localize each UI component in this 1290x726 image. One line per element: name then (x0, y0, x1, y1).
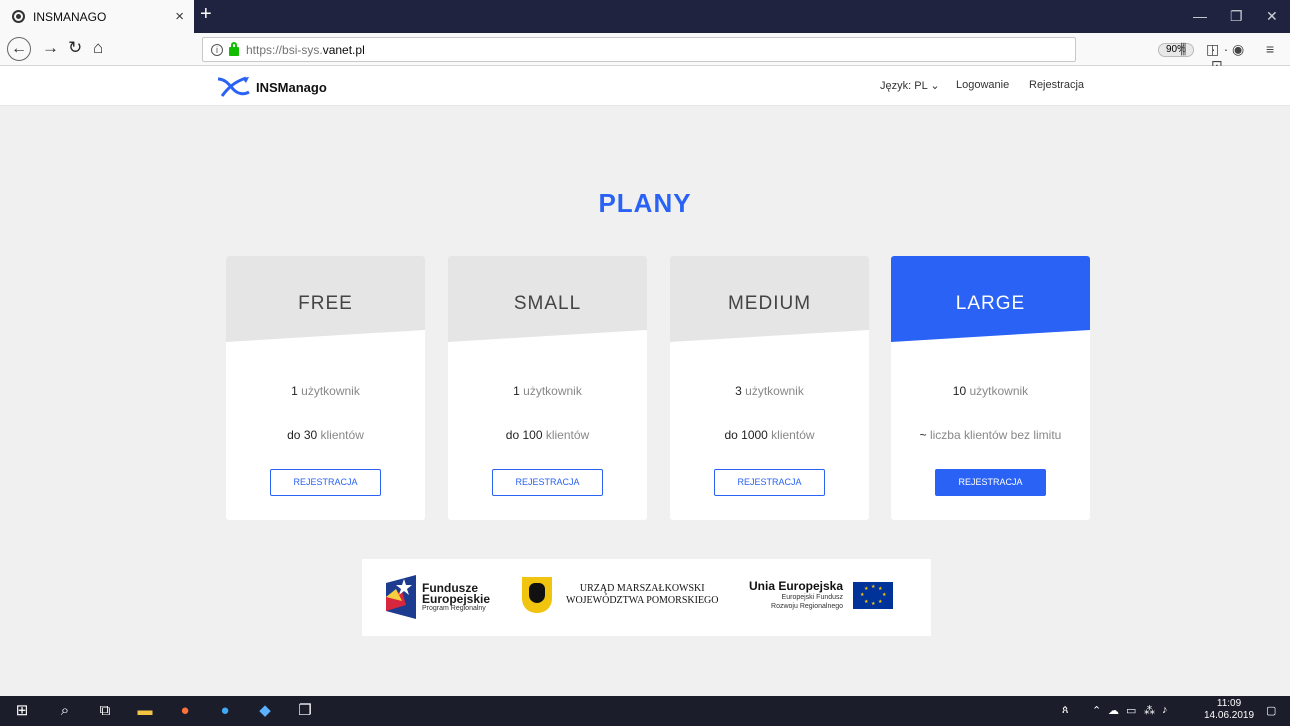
plan-card-medium: MEDIUM 3 użytkownik do 1000 klientów REJ… (670, 256, 869, 520)
close-window-icon[interactable]: ✕ (1266, 8, 1278, 25)
windows-start-icon[interactable]: ⊞ (12, 701, 32, 721)
info-icon[interactable]: i (211, 43, 223, 56)
zoom-indicator[interactable]: 90% (1158, 43, 1194, 57)
ue-line1: Unia Europejska (749, 579, 844, 593)
url-host: vanet.pl (322, 42, 365, 57)
close-tab-icon[interactable]: × (175, 8, 184, 25)
logo-icon (217, 76, 250, 97)
site-logo[interactable]: INSManago (216, 76, 327, 98)
clock-date: 14.06.2019 (1204, 710, 1255, 721)
plan-users: 10 użytkownik (952, 384, 1029, 398)
plan-card-small: SMALL 1 użytkownik do 100 klientów REJES… (448, 256, 647, 520)
library-icon[interactable]: ⫼ (1180, 41, 1186, 58)
ue-line2: Europejski Fundusz (781, 594, 844, 601)
register-button-free[interactable]: REJESTRACJA (270, 469, 381, 496)
menu-icon[interactable]: ≡ (1266, 41, 1274, 57)
volume-icon[interactable]: ♪ (1162, 704, 1168, 716)
restore-window-icon[interactable]: ❐ (1230, 8, 1243, 25)
register-button-medium[interactable]: REJESTRACJA (714, 469, 825, 496)
page-title: PLANY (598, 188, 692, 218)
logo-text: INSManago (256, 79, 327, 95)
plan-users: 1 użytkownik (291, 384, 360, 398)
plan-clients: do 1000 klientów (724, 428, 815, 442)
plan-clients: ~ liczba klientów bez limitu (919, 428, 1062, 442)
funding-logos-panel: Fundusze Europejskie Program Regionalny … (362, 559, 931, 636)
unia-europejska-logo: Unia Europejska Europejski Fundusz Rozwo… (749, 579, 894, 611)
extension-icon[interactable]: ◉ (1232, 41, 1244, 58)
app-icon-blue[interactable]: ● (215, 701, 235, 721)
plan-name: MEDIUM (727, 293, 812, 314)
notifications-icon[interactable]: ▢ (1266, 704, 1276, 717)
plan-name: FREE (298, 293, 353, 314)
register-button-small[interactable]: REJESTRACJA (492, 469, 603, 496)
browser-tab[interactable]: INSMANAGO × (0, 0, 194, 33)
fe-line2: Europejskie (422, 591, 491, 606)
tab-title: INSMANAGO (33, 9, 107, 24)
show-hidden-icons[interactable]: ⌃ (1092, 704, 1101, 717)
new-tab-button[interactable]: + (200, 3, 212, 26)
plan-clients: do 30 klientów (287, 428, 364, 442)
people-icon[interactable]: ጰ (1062, 704, 1069, 717)
url-protocol: https:// (246, 42, 283, 57)
back-icon[interactable]: ← (7, 37, 31, 61)
fe-star-icon (386, 575, 416, 619)
minimize-window-icon[interactable]: — (1193, 8, 1207, 24)
wifi-icon[interactable]: ⁂ (1144, 704, 1155, 717)
firefox-icon[interactable]: ● (175, 701, 195, 721)
app-icon-whale[interactable]: ◆ (255, 701, 275, 721)
register-link[interactable]: Rejestracja (1029, 79, 1084, 91)
browser-titlebar: INSMANAGO × + — ❐ ✕ (0, 0, 1290, 33)
address-bar[interactable]: i https:// bsi-sys. vanet.pl 90% ··· ⊡ ☆ (202, 37, 1241, 90)
lock-icon[interactable] (229, 42, 239, 56)
plan-users: 3 użytkownik (735, 384, 804, 398)
file-explorer-icon[interactable]: ▬ (135, 701, 155, 721)
forward-icon[interactable]: → (42, 38, 59, 58)
fe-line3: Program Regionalny (422, 604, 486, 612)
plan-name: LARGE (955, 293, 1026, 314)
language-selector[interactable]: Język: PL ⌄ (880, 79, 940, 92)
home-icon[interactable]: ⌂ (93, 38, 103, 58)
battery-icon[interactable]: ▭ (1126, 704, 1136, 717)
eu-flag-icon: ★ ★ ★ ★ ★ ★ ★ ★ (853, 581, 894, 609)
plan-card-free: FREE 1 użytkownik do 30 klientów REJESTR… (226, 256, 425, 520)
plan-clients: do 100 klientów (505, 428, 590, 442)
ue-line3: Rozwoju Regionalnego (771, 603, 844, 610)
pomorskie-logo: URZĄD MARSZAŁKOWSKI WOJEWÓDZTWA POMORSKI… (522, 577, 719, 613)
plan-card-large: LARGE 10 użytkownik ~ liczba klientów be… (891, 256, 1090, 520)
reload-icon[interactable]: ↻ (68, 38, 82, 58)
system-clock[interactable]: 11:09 14.06.2019 (1204, 698, 1254, 722)
url-prefix: bsi-sys. (282, 42, 323, 57)
pom-line2: WOJEWÓDZTWA POMORSKIEGO (566, 595, 719, 606)
sidebar-icon[interactable]: ◫ (1206, 41, 1219, 58)
site-header: INSManago Język: PL ⌄ Logowanie Rejestra… (0, 66, 1290, 106)
cloud-icon[interactable]: ☁ (1108, 704, 1119, 717)
login-link[interactable]: Logowanie (956, 79, 1009, 91)
plan-users: 1 użytkownik (513, 384, 582, 398)
griffin-crest-icon (522, 577, 552, 613)
pom-line1: URZĄD MARSZAŁKOWSKI (579, 583, 705, 594)
register-button-large[interactable]: REJESTRACJA (935, 469, 1046, 496)
clipboard-icon[interactable]: ❐ (295, 701, 315, 721)
windows-taskbar: ⊞ ⌕ ⧉ ▬ ● ● ◆ ❐ ጰ ⌃ ☁ ▭ ⁂ ♪ 11:09 14.06.… (0, 696, 1290, 726)
fundusze-europejskie-logo: Fundusze Europejskie Program Regionalny (382, 575, 490, 619)
browser-navbar: ← → ↻ ⌂ i https:// bsi-sys. vanet.pl 90%… (0, 33, 1290, 90)
task-view-icon[interactable]: ⧉ (95, 701, 115, 721)
plan-name: SMALL (513, 293, 582, 314)
clock-time: 11:09 (1216, 698, 1242, 709)
site-favicon-icon (12, 10, 25, 23)
search-icon[interactable]: ⌕ (55, 701, 75, 721)
